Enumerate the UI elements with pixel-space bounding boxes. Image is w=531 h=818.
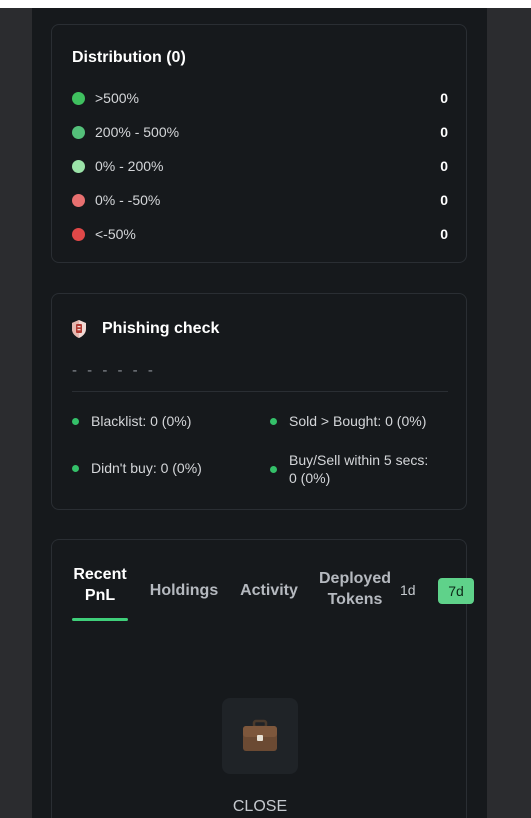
- close-button[interactable]: CLOSE: [52, 798, 468, 816]
- tab-label-line: Recent: [73, 566, 127, 583]
- distribution-row: <-50% 0: [72, 224, 448, 244]
- didnt-buy-stat: Didn't buy: 0 (0%): [72, 460, 202, 476]
- distribution-row: 0% - 200% 0: [72, 156, 448, 176]
- distribution-label: 0% - -50%: [95, 192, 161, 208]
- distribution-value: 0: [440, 158, 448, 174]
- tab-deployed-tokens[interactable]: Deployed Tokens: [314, 568, 396, 610]
- stat-text-line: 0 (0%): [289, 470, 331, 486]
- tab-holdings[interactable]: Holdings: [146, 580, 222, 601]
- distribution-row: >500% 0: [72, 88, 448, 108]
- distribution-value: 0: [440, 90, 448, 106]
- fast-trade-stat: Buy/Sell within 5 secs: 0 (0%): [270, 451, 450, 487]
- active-tab-indicator: [72, 618, 128, 621]
- phishing-title: Phishing check: [102, 320, 220, 337]
- range-7d-button[interactable]: 7d: [438, 578, 474, 604]
- tab-label-line: Tokens: [327, 591, 383, 608]
- distribution-value: 0: [440, 226, 448, 242]
- briefcase-icon: [243, 719, 277, 751]
- status-dot: [72, 159, 85, 173]
- distribution-row: 0% - -50% 0: [72, 190, 448, 210]
- stat-text: Buy/Sell within 5 secs: 0 (0%): [289, 451, 428, 487]
- stat-text: Blacklist: 0 (0%): [91, 413, 192, 429]
- distribution-row: 200% - 500% 0: [72, 122, 448, 142]
- empty-state-box: [222, 698, 298, 774]
- blacklist-stat: Blacklist: 0 (0%): [72, 413, 191, 429]
- status-dot: [72, 464, 79, 472]
- tab-label-line: PnL: [84, 587, 116, 604]
- tab-recent-pnl[interactable]: Recent PnL: [72, 564, 128, 606]
- phishing-header: Phishing check: [72, 318, 219, 340]
- status-dot: [72, 193, 85, 207]
- status-dot: [72, 417, 79, 425]
- distribution-title: Distribution (0): [72, 49, 186, 66]
- stat-text: Sold > Bought: 0 (0%): [289, 413, 427, 429]
- distribution-value: 0: [440, 192, 448, 208]
- distribution-card: Distribution (0) >500% 0 200% - 500% 0 0…: [51, 24, 467, 263]
- distribution-label: 0% - 200%: [95, 158, 164, 174]
- stat-text: Didn't buy: 0 (0%): [91, 460, 202, 476]
- status-dot: [72, 91, 85, 105]
- phishing-summary-placeholder: - - - - - -: [72, 362, 156, 379]
- tab-label-line: Deployed: [318, 570, 391, 587]
- distribution-label: <-50%: [95, 226, 136, 242]
- phishing-card: Phishing check - - - - - - Blacklist: 0 …: [51, 293, 467, 510]
- status-dot: [270, 465, 277, 473]
- tab-activity[interactable]: Activity: [236, 580, 302, 601]
- status-dot: [72, 125, 85, 139]
- distribution-label: >500%: [95, 90, 139, 106]
- divider: [72, 391, 448, 392]
- status-dot: [72, 227, 85, 241]
- distribution-label: 200% - 500%: [95, 124, 180, 140]
- shield-icon: [72, 320, 86, 338]
- top-edge: [0, 0, 531, 8]
- distribution-value: 0: [440, 124, 448, 140]
- stat-text-line: Buy/Sell within 5 secs:: [289, 452, 429, 468]
- status-dot: [270, 417, 277, 425]
- sold-bought-stat: Sold > Bought: 0 (0%): [270, 413, 426, 429]
- activity-card: Recent PnL Holdings Activity Deployed To…: [51, 539, 474, 818]
- range-1d-button[interactable]: 1d: [400, 582, 416, 598]
